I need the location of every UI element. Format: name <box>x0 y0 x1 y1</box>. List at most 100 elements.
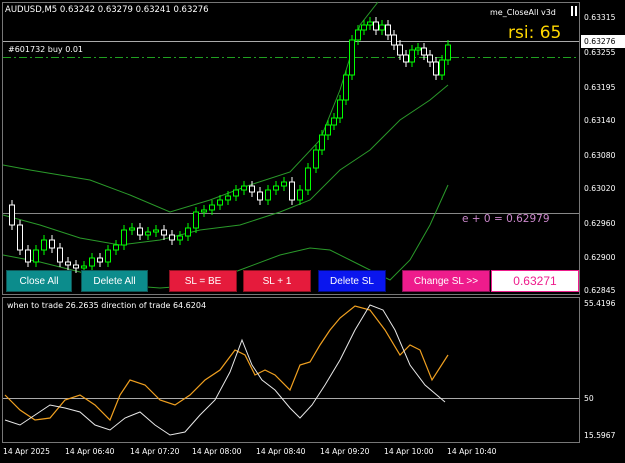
candle-body <box>9 204 15 226</box>
candle-body <box>65 261 71 266</box>
candle-body <box>57 247 63 263</box>
candle-body <box>97 257 103 263</box>
candle-body <box>355 29 361 41</box>
candle-body <box>385 24 391 36</box>
candle-body <box>201 209 207 213</box>
candle-body <box>89 257 95 267</box>
upper-band <box>2 1 379 213</box>
candles <box>9 17 451 273</box>
candle-body <box>145 231 151 236</box>
candle-body <box>325 124 331 136</box>
candle-body <box>177 235 183 241</box>
price-chart[interactable] <box>0 0 625 463</box>
candle-body <box>409 49 415 63</box>
candle-body <box>439 59 445 76</box>
candle-body <box>331 117 337 126</box>
candle-body <box>81 265 87 269</box>
candle-body <box>273 185 279 191</box>
candle-body <box>25 249 31 263</box>
price-tick: 0.63195 <box>584 83 616 92</box>
candle-body <box>427 54 433 63</box>
candle-body <box>445 44 451 61</box>
time-label: 14 Apr 10:40 <box>447 447 497 456</box>
delete-all-button[interactable]: Delete All <box>81 270 148 292</box>
sl-plus-1-button[interactable]: SL + 1 <box>243 270 311 292</box>
candle-body <box>297 189 303 201</box>
candle-body <box>343 74 349 101</box>
candle-body <box>319 134 325 151</box>
symbol-label: AUDUSD,M5 0.63242 0.63279 0.63241 0.6327… <box>5 5 209 15</box>
candle-body <box>349 39 355 76</box>
candle-body <box>433 61 439 76</box>
price-tick: 0.63315 <box>584 13 616 22</box>
candle-body <box>421 47 427 56</box>
candle-body <box>233 189 239 197</box>
candle-body <box>415 47 421 51</box>
candle-body <box>397 44 403 56</box>
price-tick: 0.62900 <box>584 253 616 262</box>
sl-be-button[interactable]: SL = BE <box>169 270 237 292</box>
candle-body <box>361 24 367 31</box>
candle-body <box>257 191 263 201</box>
current-price-box: 0.63276 <box>581 35 625 48</box>
ea-name-label: me_CloseAll v3d <box>490 8 556 17</box>
candle-body <box>209 204 215 211</box>
price-tick: 0.63020 <box>584 184 616 193</box>
sub-indicator-lines <box>4 304 449 436</box>
candle-body <box>185 227 191 237</box>
sub-scale-tick: 55.4196 <box>584 299 616 308</box>
candle-body <box>373 21 379 31</box>
middle-band <box>2 84 449 246</box>
candle-body <box>193 211 199 229</box>
close-all-button[interactable]: Close All <box>6 270 72 292</box>
candle-body <box>225 195 231 201</box>
candle-body <box>161 229 167 236</box>
delete-sl-button[interactable]: Delete SL <box>318 270 386 292</box>
orange-indicator-line <box>4 305 449 422</box>
time-label: 14 Apr 08:00 <box>192 447 242 456</box>
main-plot-frame <box>2 2 580 295</box>
candle-body <box>313 149 319 169</box>
candle-body <box>169 234 175 241</box>
candle-body <box>379 24 385 31</box>
candle-body <box>241 185 247 191</box>
price-tick: 0.63140 <box>584 116 616 125</box>
sl-price-input[interactable]: 0.63271 <box>491 270 579 292</box>
candle-body <box>33 249 39 263</box>
candle-body <box>403 54 409 63</box>
candle-body <box>337 99 343 119</box>
candle-body <box>105 249 111 263</box>
candle-body <box>367 21 373 26</box>
time-label: 14 Apr 08:40 <box>256 447 306 456</box>
pause-icon[interactable] <box>569 5 579 19</box>
sub-scale-tick: 15.5967 <box>584 431 616 440</box>
order-label: #601732 buy 0.01 <box>8 45 84 54</box>
candle-body <box>73 264 79 269</box>
candle-body <box>153 229 159 233</box>
white-indicator-line <box>4 304 446 436</box>
candle-body <box>217 199 223 206</box>
rsi-label: rsi: 65 <box>508 23 562 43</box>
candle-body <box>121 229 127 246</box>
candle-body <box>49 239 55 249</box>
time-label: 14 Apr 06:40 <box>65 447 115 456</box>
candle-body <box>41 239 47 251</box>
equity-label: e + 0 = 0.62979 <box>462 213 550 225</box>
candle-body <box>391 34 397 46</box>
change-sl-button[interactable]: Change SL >> <box>402 270 490 292</box>
candle-body <box>265 189 271 201</box>
time-label: 14 Apr 10:00 <box>384 447 434 456</box>
candle-body <box>289 181 295 201</box>
price-tick: 0.63080 <box>584 151 616 160</box>
candle-body <box>249 185 255 193</box>
price-tick: 0.62845 <box>584 286 616 295</box>
price-tick: 0.63255 <box>584 48 616 57</box>
price-tick: 0.62960 <box>584 219 616 228</box>
candle-body <box>113 244 119 251</box>
time-label: 14 Apr 2025 <box>3 447 50 456</box>
candle-body <box>281 181 287 187</box>
candle-body <box>305 167 311 191</box>
candle-body <box>129 227 135 231</box>
candle-body <box>17 224 23 251</box>
time-label: 14 Apr 09:20 <box>320 447 370 456</box>
